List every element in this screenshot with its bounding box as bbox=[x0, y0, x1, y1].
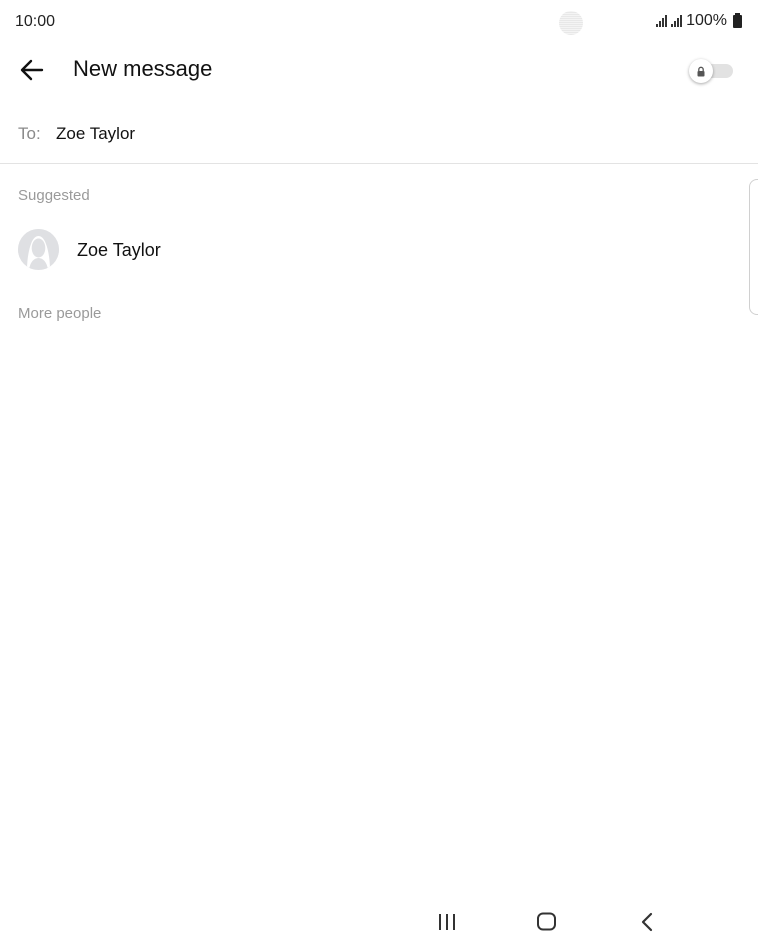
back-icon bbox=[641, 912, 653, 932]
arrow-left-icon bbox=[20, 59, 44, 81]
suggested-header: Suggested bbox=[18, 187, 90, 204]
status-bar: 10:00 100% bbox=[0, 0, 758, 46]
recents-icon bbox=[439, 914, 455, 930]
signal-icon bbox=[656, 15, 668, 27]
suggested-contact[interactable]: Zoe Taylor bbox=[0, 224, 740, 276]
battery-icon bbox=[733, 12, 742, 28]
status-time: 10:00 bbox=[15, 13, 56, 30]
nav-back-button[interactable] bbox=[627, 906, 667, 938]
lock-icon bbox=[697, 66, 705, 76]
home-icon bbox=[537, 912, 556, 931]
system-nav-bar bbox=[0, 898, 758, 946]
default-avatar-icon bbox=[18, 229, 59, 270]
toggle-knob bbox=[689, 59, 713, 83]
secret-conversation-toggle[interactable] bbox=[687, 58, 735, 83]
new-message-screen: 10:00 100% New message To: Zoe Taylor Su… bbox=[0, 0, 758, 946]
back-button[interactable] bbox=[14, 54, 50, 86]
signal-icon-2 bbox=[671, 15, 683, 27]
to-label: To: bbox=[18, 124, 41, 143]
more-people-header: More people bbox=[18, 305, 102, 322]
contact-name: Zoe Taylor bbox=[77, 240, 161, 260]
edge-panel-handle[interactable] bbox=[749, 179, 758, 315]
divider bbox=[0, 163, 758, 164]
app-bar: New message bbox=[0, 46, 758, 94]
home-button[interactable] bbox=[527, 906, 567, 938]
battery-percent: 100% bbox=[686, 12, 727, 29]
recipient-row: To: bbox=[0, 110, 758, 156]
status-indicators: 100% bbox=[656, 12, 742, 30]
recents-button[interactable] bbox=[427, 906, 467, 938]
page-title: New message bbox=[73, 56, 213, 81]
front-camera-icon bbox=[559, 11, 583, 35]
recipient-input[interactable] bbox=[56, 120, 696, 148]
